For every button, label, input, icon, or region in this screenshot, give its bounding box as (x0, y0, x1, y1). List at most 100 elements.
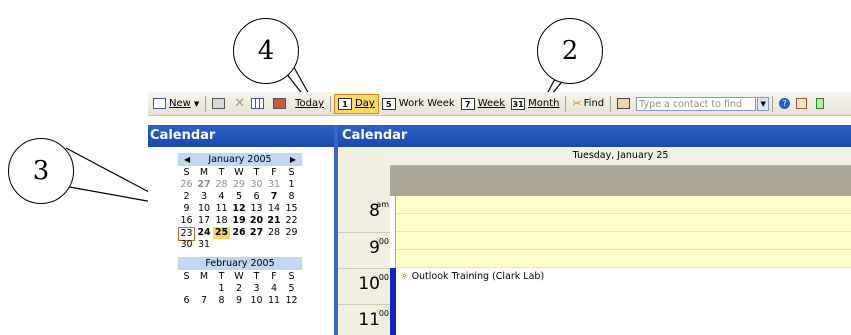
calendar-day[interactable]: 28 (213, 179, 230, 191)
next-month-icon[interactable]: ▶ (290, 153, 296, 166)
weekday-label: T (218, 167, 225, 178)
weekday-label: F (271, 167, 277, 178)
calendar-day[interactable]: 5 (231, 191, 248, 203)
appointment-item[interactable]: ☼ Outlook Training (Clark Lab) (400, 271, 544, 282)
calendar-day[interactable]: 13 (248, 203, 265, 215)
calendar-day[interactable]: 4 (266, 283, 283, 295)
help-button[interactable]: ? (776, 94, 793, 114)
calendar-day[interactable]: 27 (248, 227, 265, 239)
find-icon: ✂ (572, 97, 582, 110)
calendar-day[interactable]: 2 (178, 191, 195, 203)
calendar-day[interactable]: 1 (213, 283, 230, 295)
delete-button[interactable]: ✕ (231, 94, 248, 114)
hour-11: 11 (358, 310, 380, 330)
all-day-area[interactable] (390, 166, 851, 196)
week-view-button[interactable]: 7 Week (458, 94, 508, 114)
calendar-day[interactable]: 10 (196, 203, 213, 215)
calendar-day[interactable]: 30 (178, 239, 195, 251)
calendar-day[interactable]: 2 (231, 283, 248, 295)
prev-month-icon[interactable]: ◀ (184, 153, 190, 166)
calendar-day[interactable]: 17 (196, 215, 213, 227)
calendar-day[interactable]: 8 (283, 191, 300, 203)
calendar-day[interactable]: 8 (213, 295, 230, 307)
book-icon (617, 98, 631, 109)
calendar-day[interactable]: 16 (178, 215, 195, 227)
contact-search-input[interactable]: Type a contact to find (636, 96, 757, 111)
hour-9-suffix: 00 (378, 237, 389, 246)
calendar-day[interactable]: 20 (248, 215, 265, 227)
month-view-button[interactable]: 31 Month (508, 94, 562, 114)
workweek-view-button[interactable]: 5 Work Week (379, 94, 458, 114)
calendar-day[interactable]: 10 (248, 295, 265, 307)
address-book-button[interactable] (270, 94, 292, 114)
callout-4: 4 (233, 18, 299, 84)
calendar-day[interactable]: 22 (283, 215, 300, 227)
address-book-icon-button[interactable] (614, 94, 636, 114)
new-button[interactable]: New ▼ (150, 94, 202, 114)
calendar-day[interactable]: 26 (231, 227, 248, 239)
calendar-day[interactable]: 21 (266, 215, 283, 227)
calendar-day[interactable]: 31 (196, 239, 213, 251)
calendar-day[interactable]: 12 (283, 295, 300, 307)
new-calendar-icon (153, 98, 166, 109)
calendar-day[interactable]: 4 (213, 191, 230, 203)
new-dropdown-icon[interactable]: ▼ (194, 100, 199, 108)
calendar-day[interactable]: 26 (178, 179, 195, 191)
calendar-day[interactable]: 27 (196, 179, 213, 191)
time-slot[interactable] (396, 214, 851, 232)
find-button[interactable]: ✂ Find (569, 94, 607, 114)
grid-icon (251, 98, 265, 109)
month-label: Month (528, 98, 560, 109)
calendar-day[interactable]: 3 (196, 191, 213, 203)
extra-button[interactable] (813, 94, 830, 114)
calendar-day[interactable]: 7 (196, 295, 213, 307)
calendar-day[interactable]: 1 (283, 179, 300, 191)
find-label: Find (583, 98, 605, 109)
today-button[interactable]: Today (292, 94, 327, 114)
calendar-day[interactable]: 29 (283, 227, 300, 239)
calendar-day[interactable]: 9 (231, 295, 248, 307)
calendar-day[interactable]: 24 (196, 227, 213, 239)
week-icon: 7 (460, 97, 475, 110)
today-label: Today (295, 98, 325, 109)
day-icon: 1 (338, 97, 353, 110)
workweek-label: Work Week (398, 98, 455, 109)
jan-weekday-row: SMTWTFS (178, 167, 302, 179)
toolbar-separator (610, 95, 612, 112)
calendar-day[interactable]: 30 (248, 179, 265, 191)
hour-label-10: 10 00 (338, 268, 390, 304)
feb-month-header: February 2005 (178, 257, 302, 270)
mail-button[interactable] (793, 94, 813, 114)
time-slot[interactable] (396, 232, 851, 250)
calendar-day[interactable]: 6 (178, 295, 195, 307)
hour-10-suffix: 00 (378, 273, 389, 282)
appointment-label: Outlook Training (Clark Lab) (411, 271, 545, 282)
calendar-day[interactable]: 25 (213, 227, 230, 239)
calendar-day[interactable]: 9 (178, 203, 195, 215)
day-view-button[interactable]: 1 Day (334, 93, 379, 114)
calendar-day[interactable]: 14 (266, 203, 283, 215)
jan-month-title: January 2005 (208, 154, 272, 165)
time-slot[interactable] (396, 250, 851, 268)
calendar-day[interactable]: 11 (266, 295, 283, 307)
calendar-day[interactable]: 6 (248, 191, 265, 203)
main-calendar-title: Calendar (338, 125, 851, 147)
calendar-day[interactable]: 5 (283, 283, 300, 295)
calendar-day[interactable]: 7 (266, 191, 283, 203)
calendar-day[interactable]: 28 (266, 227, 283, 239)
calendar-day[interactable]: 15 (283, 203, 300, 215)
weekday-label: S (183, 167, 190, 178)
calendar-day[interactable]: 12 (231, 203, 248, 215)
contact-dropdown-icon[interactable]: ▼ (757, 96, 770, 111)
view-grid-button[interactable] (248, 94, 270, 114)
day-heading[interactable]: Tuesday, January 25 (390, 147, 851, 166)
hour-8-suffix: am (376, 200, 389, 209)
calendar-day[interactable]: 3 (248, 283, 265, 295)
calendar-day[interactable]: 19 (231, 215, 248, 227)
calendar-day[interactable]: 18 (213, 215, 230, 227)
calendar-day[interactable]: 31 (266, 179, 283, 191)
calendar-day[interactable]: 29 (231, 179, 248, 191)
print-button[interactable] (209, 94, 231, 114)
time-slot[interactable] (396, 196, 851, 214)
calendar-day[interactable]: 11 (213, 203, 230, 215)
